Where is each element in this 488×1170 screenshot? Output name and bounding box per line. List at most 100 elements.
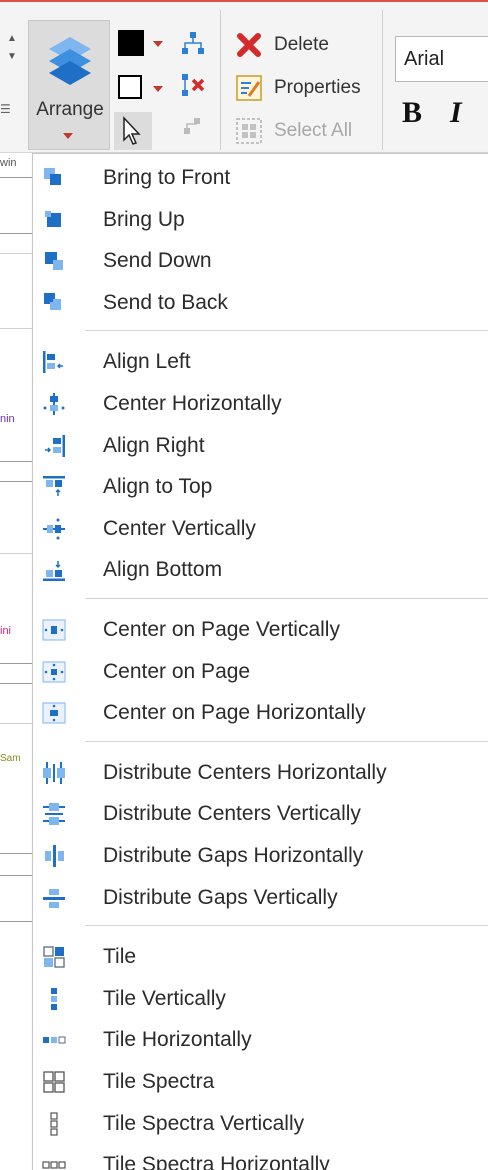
ribbon-separator xyxy=(220,10,221,150)
menu-item-distribute-gaps-vertically[interactable]: Distribute Gaps Vertically xyxy=(33,878,488,916)
select-all-label: Select All xyxy=(274,120,353,141)
menu-item-align-bottom[interactable]: Align Bottom xyxy=(33,550,488,588)
bold-button[interactable]: B xyxy=(402,96,422,130)
menu-item-label: Send Down xyxy=(103,249,212,273)
menu-item-tile-spectra[interactable]: Tile Spectra xyxy=(33,1062,488,1100)
disconnect-nodes-icon[interactable] xyxy=(180,72,206,98)
menu-item-center-page-horizontally[interactable]: Center on Page Horizontally xyxy=(33,693,488,731)
menu-separator xyxy=(85,330,488,332)
menu-item-label: Align Left xyxy=(103,350,191,374)
menu-item-label: Tile Spectra Horizontally xyxy=(103,1153,330,1170)
line-color-swatch[interactable] xyxy=(118,75,142,99)
canvas-text-fragment: Sam xyxy=(0,753,21,764)
menu-item-label: Center on Page xyxy=(103,659,251,683)
fill-color-swatch[interactable] xyxy=(118,30,144,56)
menu-item-center-page[interactable]: Center on Page xyxy=(33,652,488,690)
menu-item-tile-spectra-vertically[interactable]: Tile Spectra Vertically xyxy=(33,1104,488,1142)
canvas-line xyxy=(0,921,32,922)
italic-button[interactable]: I xyxy=(450,96,462,130)
delete-label: Delete xyxy=(274,34,329,55)
menu-item-send-down[interactable]: Send Down xyxy=(33,241,488,279)
line-style-icon[interactable]: ☰ xyxy=(0,102,11,116)
layers-icon xyxy=(49,37,91,85)
arrange-button[interactable]: Arrange xyxy=(28,20,110,150)
canvas-text-fragment: win xyxy=(0,157,17,169)
menu-separator xyxy=(85,740,488,742)
align-left-icon xyxy=(43,351,63,374)
spin-down-icon[interactable]: ▼ xyxy=(0,48,24,66)
menu-item-label: Send to Back xyxy=(103,290,228,314)
menu-item-label: Align Bottom xyxy=(103,558,223,582)
menu-item-align-left[interactable]: Align Left xyxy=(33,342,488,380)
menu-item-label: Bring to Front xyxy=(103,166,231,189)
font-name-select[interactable]: Arial xyxy=(395,36,488,82)
align-top-icon xyxy=(43,476,65,497)
menu-item-label: Distribute Centers Horizontally xyxy=(103,760,387,784)
delete-button[interactable]: Delete xyxy=(234,28,329,62)
delete-icon xyxy=(234,30,264,60)
menu-item-tile[interactable]: Tile xyxy=(33,937,488,975)
spin-up-icon[interactable]: ▲ xyxy=(0,30,24,48)
center-page-icon xyxy=(42,661,66,683)
menu-item-label: Align to Top xyxy=(103,475,213,499)
menu-item-bring-up[interactable]: Bring Up xyxy=(33,200,488,238)
mouse-pointer-icon[interactable] xyxy=(114,112,152,150)
menu-item-label: Tile Vertically xyxy=(103,986,226,1010)
bring-up-icon xyxy=(45,210,61,227)
menu-item-distribute-centers-horizontally[interactable]: Distribute Centers Horizontally xyxy=(33,753,488,791)
menu-item-distribute-gaps-horizontally[interactable]: Distribute Gaps Horizontally xyxy=(33,836,488,874)
arrange-label: Arrange xyxy=(36,99,104,120)
distribute-gaps-horizontally-icon xyxy=(45,845,64,867)
menu-item-label: Center on Page Horizontally xyxy=(103,701,366,725)
menu-item-label: Center Horizontally xyxy=(103,392,282,415)
canvas-line xyxy=(0,233,32,234)
canvas-line xyxy=(0,663,32,664)
canvas-line xyxy=(0,177,32,178)
properties-icon xyxy=(234,73,264,103)
tile-spectra-icon xyxy=(43,1071,65,1093)
menu-item-tile-vertically[interactable]: Tile Vertically xyxy=(33,979,488,1017)
align-bottom-icon xyxy=(43,561,65,582)
ribbon-toolbar: ▲ ▼ ☰ Arrange Delete Properties Select A… xyxy=(0,0,488,153)
arrange-dropdown-menu: Bring to Front Bring Up Send Down Send to B… xyxy=(32,153,488,1170)
fill-color-dropdown-icon[interactable] xyxy=(153,41,163,47)
menu-item-tile-horizontally[interactable]: Tile Horizontally xyxy=(33,1020,488,1058)
menu-item-distribute-centers-vertically[interactable]: Distribute Centers Vertically xyxy=(33,794,488,832)
canvas-line xyxy=(0,683,32,684)
menu-item-label: Center on Page Vertically xyxy=(103,618,340,641)
menu-item-align-right[interactable]: Align Right xyxy=(33,426,488,464)
properties-button[interactable]: Properties xyxy=(234,71,361,105)
menu-item-center-horizontally[interactable]: Center Horizontally xyxy=(33,384,488,422)
distribute-centers-vertically-icon xyxy=(43,803,65,826)
send-down-icon xyxy=(45,252,63,271)
bring-to-front-icon xyxy=(44,168,61,185)
menu-item-label: Align Right xyxy=(103,433,205,457)
canvas-text-fragment: ini xyxy=(0,625,12,637)
menu-item-tile-spectra-horizontally[interactable]: Tile Spectra Horizontally xyxy=(33,1145,488,1170)
line-color-dropdown-icon[interactable] xyxy=(153,86,163,92)
tile-vertically-icon xyxy=(51,987,57,1010)
select-all-icon xyxy=(234,116,264,146)
canvas-text-fragment: nin xyxy=(0,413,15,425)
menu-item-center-vertically[interactable]: Center Vertically xyxy=(33,509,488,547)
canvas-line xyxy=(0,723,32,724)
ribbon-top-border xyxy=(0,0,488,2)
menu-item-center-page-vertically[interactable]: Center on Page Vertically xyxy=(33,610,488,648)
distribute-centers-horizontally-icon xyxy=(43,761,65,784)
align-right-icon xyxy=(45,434,65,457)
connect-nodes-icon[interactable] xyxy=(180,30,206,56)
menu-item-label: Tile xyxy=(103,945,137,969)
select-all-button[interactable]: Select All xyxy=(234,114,352,148)
menu-separator xyxy=(85,925,488,927)
center-horizontally-icon xyxy=(43,393,65,415)
relayout-nodes-icon xyxy=(184,118,200,134)
send-to-back-icon xyxy=(44,292,61,310)
tile-spectra-vertically-icon xyxy=(50,1111,58,1136)
menu-item-bring-to-front[interactable]: Bring to Front xyxy=(33,158,488,196)
menu-item-align-top[interactable]: Align to Top xyxy=(33,467,488,505)
canvas-line xyxy=(0,461,32,462)
canvas-line xyxy=(0,875,32,876)
menu-item-send-to-back[interactable]: Send to Back xyxy=(33,283,488,321)
menu-item-label: Distribute Centers Vertically xyxy=(103,802,361,826)
center-vertically-icon xyxy=(43,518,65,540)
